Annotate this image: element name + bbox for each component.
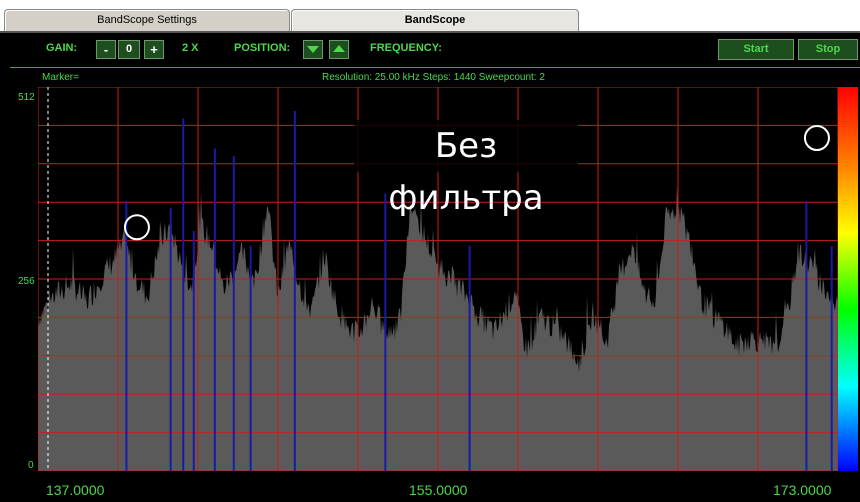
frequency-label: FREQUENCY: xyxy=(370,42,442,54)
y-tick-label: 0 xyxy=(28,460,34,471)
arrow-up-icon xyxy=(333,45,345,52)
y-tick-label: 512 xyxy=(18,92,35,103)
gain-value: 0 xyxy=(118,40,140,59)
y-tick-label: 256 xyxy=(18,276,35,287)
tab-bandscope-settings[interactable]: BandScope Settings xyxy=(4,9,290,31)
gain-decrease-button[interactable]: - xyxy=(96,40,116,59)
toolbar-separator xyxy=(10,67,860,68)
sweep-info: Resolution: 25.00 kHz Steps: 1440 Sweepc… xyxy=(322,72,545,83)
overlay-caption: Без фильтра xyxy=(354,120,578,218)
marker-readout: Marker= xyxy=(42,72,79,83)
stop-button[interactable]: Stop xyxy=(798,39,858,60)
x-tick-label: 173.0000 xyxy=(773,482,832,498)
x-tick-label: 155.0000 xyxy=(409,482,468,498)
x-tick-label: 137.0000 xyxy=(46,482,105,498)
start-button[interactable]: Start xyxy=(718,39,794,60)
position-label: POSITION: xyxy=(234,42,291,54)
gain-label: GAIN: xyxy=(46,42,78,54)
position-down-button[interactable] xyxy=(303,40,323,59)
gain-multiplier: 2 X xyxy=(182,42,199,54)
tab-bandscope[interactable]: BandScope xyxy=(291,9,579,32)
color-scale-bar xyxy=(838,87,858,471)
gain-increase-button[interactable]: + xyxy=(144,40,164,59)
position-up-button[interactable] xyxy=(329,40,349,59)
arrow-down-icon xyxy=(307,46,319,53)
